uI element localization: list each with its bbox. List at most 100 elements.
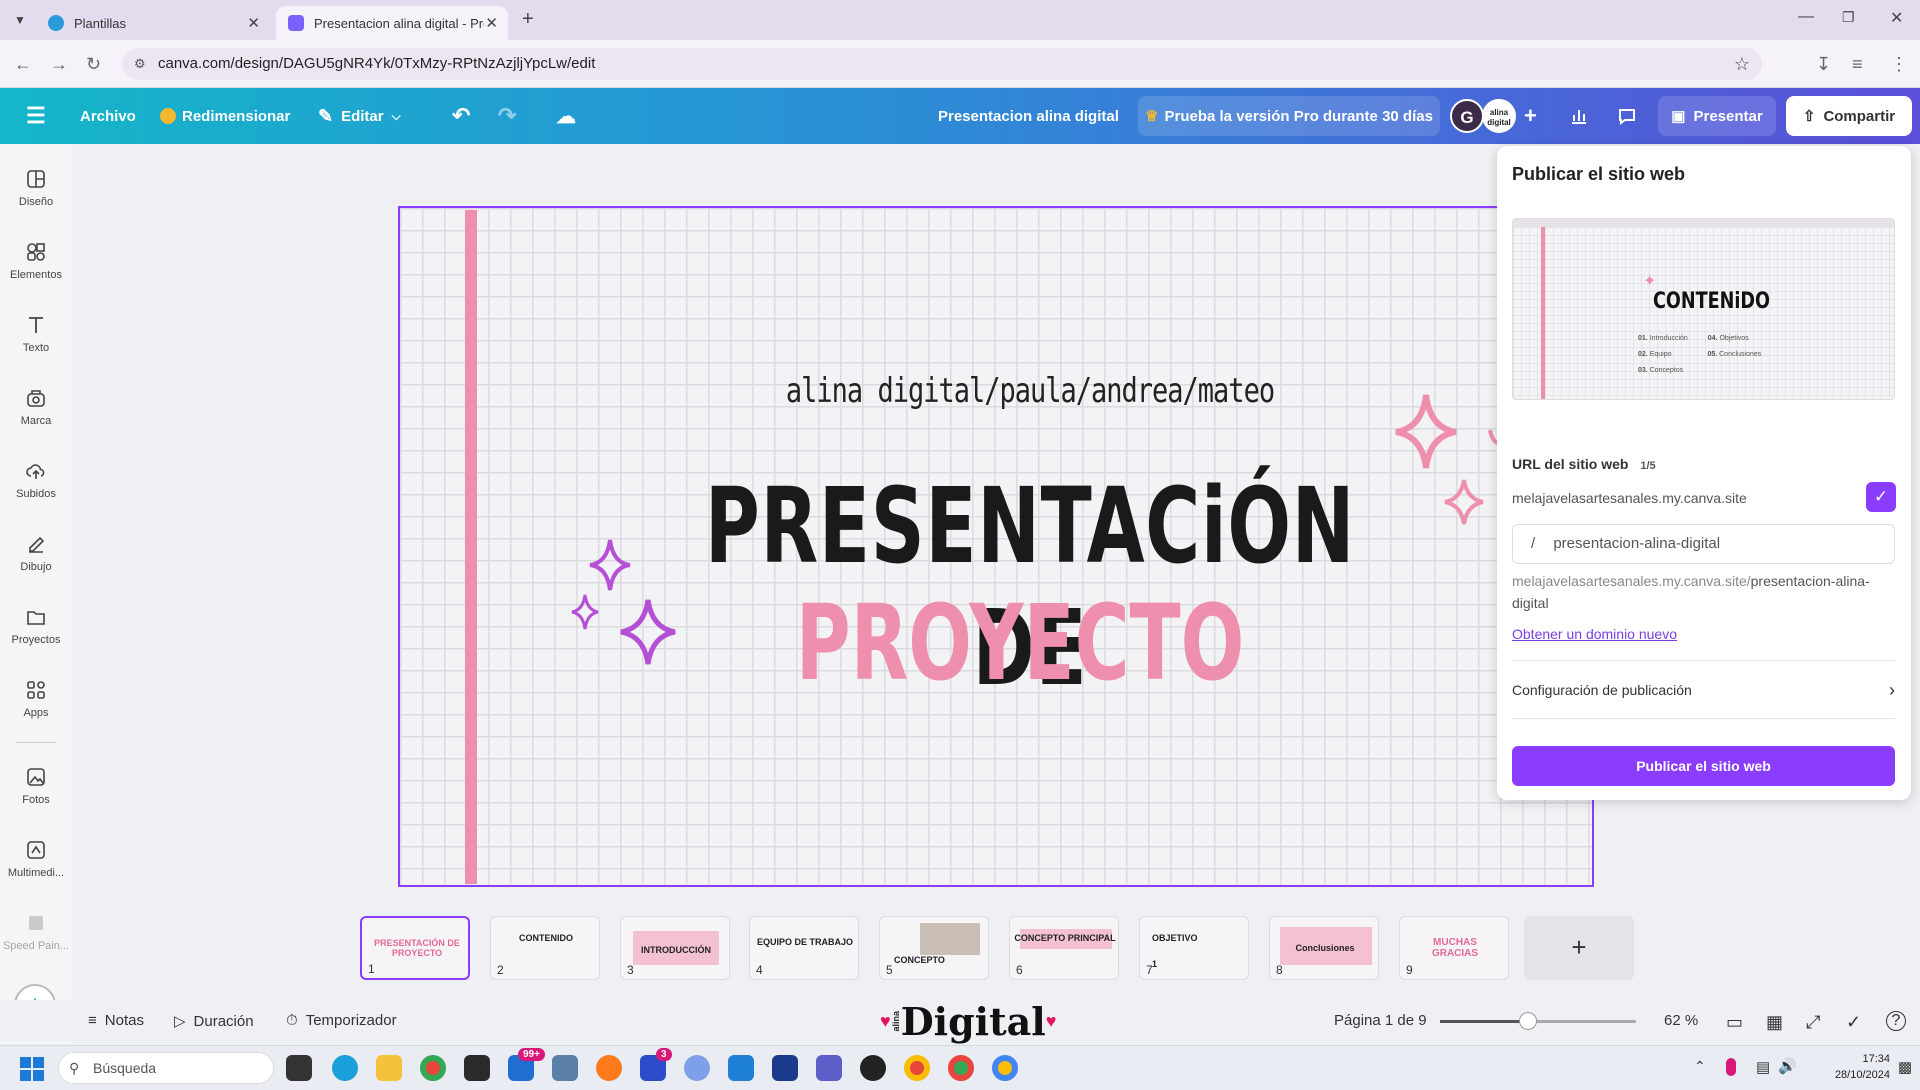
sidebar-item-subidos[interactable]: Subidos: [0, 460, 72, 500]
website-preview[interactable]: CONTENiDO ✦ 01. Introducción 04. Objetiv…: [1512, 218, 1895, 400]
page-thumbnail-8[interactable]: Conclusiones 8: [1269, 916, 1379, 980]
add-page-button[interactable]: +: [1524, 916, 1634, 980]
team-avatar[interactable]: alina digital: [1482, 99, 1516, 133]
notes-button[interactable]: ≡ Notas: [88, 1012, 144, 1029]
slide-title-line2[interactable]: PROYECTO: [790, 582, 1251, 704]
calculator-icon[interactable]: [552, 1055, 578, 1081]
page-thumbnail-6[interactable]: CONCEPTO PRINCIPAL 6: [1009, 916, 1119, 980]
back-arrow-icon[interactable]: ←: [14, 54, 32, 75]
app-s-icon[interactable]: [728, 1055, 754, 1081]
task-view-icon[interactable]: [286, 1055, 312, 1081]
presentar-button[interactable]: ▣ Presentar: [1658, 96, 1776, 136]
comments-button[interactable]: [1612, 96, 1642, 136]
sidebar-item-fotos[interactable]: Fotos: [0, 766, 72, 806]
apps-icon: [27, 681, 45, 699]
chrome-profile2-icon[interactable]: [948, 1055, 974, 1081]
sidebar-item-dibujo[interactable]: Dibujo: [0, 533, 72, 573]
close-window-icon[interactable]: ✕: [1890, 8, 1903, 28]
sidebar-item-apps[interactable]: Apps: [0, 679, 72, 719]
app-dark-icon[interactable]: [860, 1055, 886, 1081]
pro-trial-button[interactable]: ♕ Prueba la versión Pro durante 30 días: [1138, 96, 1440, 136]
sidebar-item-diseno[interactable]: Diseño: [0, 168, 72, 208]
grid-view-icon[interactable]: ▦: [1766, 1012, 1783, 1033]
network-icon[interactable]: ▤: [1756, 1058, 1770, 1076]
close-tab-icon[interactable]: ✕: [485, 14, 498, 32]
teams-icon[interactable]: [816, 1055, 842, 1081]
notes-view-icon[interactable]: ▭: [1726, 1012, 1743, 1033]
publish-website-button[interactable]: Publicar el sitio web: [1512, 746, 1895, 786]
new-tab-button[interactable]: +: [522, 8, 534, 31]
user-avatar[interactable]: G: [1450, 99, 1484, 133]
sidebar-item-multimedia[interactable]: Multimedi...: [0, 839, 72, 879]
page-thumbnail-7[interactable]: OBJETIVO 1 OBJETIVO 2 7: [1139, 916, 1249, 980]
volume-icon[interactable]: 🔊: [1778, 1057, 1797, 1075]
page-thumbnail-1[interactable]: PRESENTACIÓN DE PROYECTO 1: [360, 916, 470, 980]
page-thumbnail-9[interactable]: MUCHAS GRACIAS 9: [1399, 916, 1509, 980]
zoom-level[interactable]: 62 %: [1664, 1012, 1698, 1029]
redo-icon[interactable]: ↷: [498, 88, 516, 144]
notifications-icon[interactable]: ▩: [1898, 1058, 1912, 1076]
editar-menu[interactable]: ✎ Editar ⌵: [318, 88, 401, 144]
redimensionar-button[interactable]: Redimensionar: [160, 88, 290, 144]
sticky-notes-icon[interactable]: [464, 1055, 490, 1081]
download-icon[interactable]: ↧: [1816, 54, 1831, 75]
taskbar-search[interactable]: ⚲ Búsqueda: [58, 1052, 274, 1084]
file-explorer-icon[interactable]: [376, 1055, 402, 1081]
reload-icon[interactable]: ↻: [86, 54, 101, 75]
domain-checkbox[interactable]: ✓: [1866, 482, 1896, 512]
close-tab-icon[interactable]: ✕: [247, 14, 260, 32]
page-thumbnail-3[interactable]: INTRODUCCIÓN 3: [620, 916, 730, 980]
hamburger-menu-icon[interactable]: ☰: [26, 88, 46, 144]
page-thumbnail-2[interactable]: CONTENIDO 2: [490, 916, 600, 980]
clock[interactable]: 17:34 28/10/2024: [1810, 1051, 1890, 1083]
document-title[interactable]: Presentacion alina digital: [938, 88, 1119, 144]
sidebar-item-speed-paint[interactable]: Speed Pain...: [0, 912, 72, 952]
compartir-button[interactable]: ⇧ Compartir: [1786, 96, 1912, 136]
slide-authors-text[interactable]: alina digital/paula/andrea/mateo: [700, 372, 1360, 411]
microphone-icon[interactable]: [1726, 1058, 1736, 1076]
url-path-input[interactable]: / presentacion-alina-digital: [1512, 524, 1895, 564]
add-collaborator-icon[interactable]: +: [1524, 88, 1537, 144]
app-v-icon[interactable]: [772, 1055, 798, 1081]
sidebar-item-marca[interactable]: Marca: [0, 387, 72, 427]
tab-list-dropdown-icon[interactable]: ▼: [10, 10, 30, 30]
minimize-window-icon[interactable]: —: [1798, 8, 1814, 26]
tray-chevron-icon[interactable]: ⌃: [1694, 1058, 1706, 1075]
extensions-icon[interactable]: ≡: [1852, 54, 1863, 75]
browser-menu-icon[interactable]: ⋮: [1890, 54, 1908, 75]
page-indicator[interactable]: Página 1 de 9: [1334, 1012, 1427, 1029]
duration-button[interactable]: ▷ Duración: [174, 1012, 254, 1031]
url-input[interactable]: ⚙ canva.com/design/DAGU5gNR4Yk/0TxMzy-RP…: [122, 48, 1762, 80]
archivo-menu[interactable]: Archivo: [80, 88, 136, 144]
chrome-profile-icon[interactable]: [904, 1055, 930, 1081]
chrome-profile3-icon[interactable]: [992, 1055, 1018, 1081]
timer-button[interactable]: ⏱ Temporizador: [286, 1012, 397, 1029]
bookmark-star-icon[interactable]: ☆: [1734, 48, 1750, 80]
restore-window-icon[interactable]: ❐: [1842, 9, 1855, 26]
cloud-saved-icon[interactable]: ☁: [556, 88, 576, 144]
insights-button[interactable]: [1564, 96, 1594, 136]
page-thumbnail-5[interactable]: CONCEPTO 5: [879, 916, 989, 980]
comment-icon: [1619, 109, 1635, 125]
windows-start-icon[interactable]: [20, 1057, 44, 1081]
chrome-icon[interactable]: [420, 1055, 446, 1081]
edge-browser-icon[interactable]: [332, 1055, 358, 1081]
sidebar-item-texto[interactable]: Texto: [0, 314, 72, 354]
tab-plantillas[interactable]: Plantillas ✕: [36, 6, 270, 40]
fullscreen-icon[interactable]: ⤢: [1806, 1012, 1820, 1033]
site-info-icon[interactable]: ⚙: [134, 48, 146, 80]
forward-arrow-icon[interactable]: →: [50, 54, 68, 75]
help-icon[interactable]: ?: [1886, 1011, 1906, 1031]
sidebar-item-elementos[interactable]: Elementos: [0, 241, 72, 281]
check-status-icon[interactable]: ✓: [1846, 1012, 1861, 1033]
page-thumbnail-4[interactable]: EQUIPO DE TRABAJO 4: [749, 916, 859, 980]
sidebar-item-proyectos[interactable]: Proyectos: [0, 606, 72, 646]
new-domain-link[interactable]: Obtener un dominio nuevo: [1512, 626, 1677, 642]
tab-presentacion[interactable]: Presentacion alina digital - Pres ✕: [276, 6, 508, 40]
wireless-icon[interactable]: [684, 1055, 710, 1081]
undo-icon[interactable]: ↶: [452, 88, 470, 144]
zoom-slider-handle[interactable]: [1519, 1012, 1538, 1030]
firefox-icon[interactable]: [596, 1055, 622, 1081]
publish-settings-row[interactable]: Configuración de publicación ›: [1512, 680, 1895, 700]
zoom-slider[interactable]: [1440, 1012, 1636, 1030]
